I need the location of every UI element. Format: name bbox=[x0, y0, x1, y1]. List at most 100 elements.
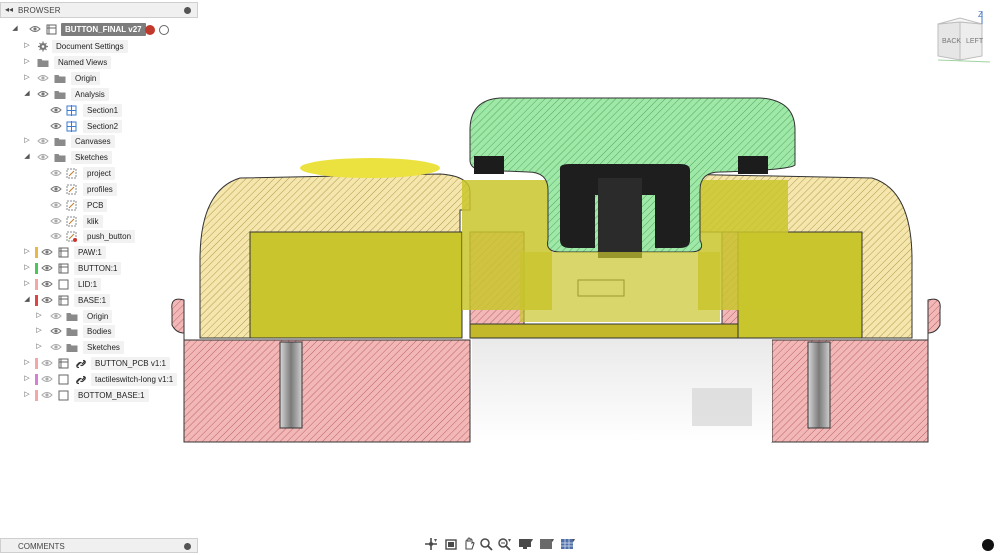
folder-icon bbox=[54, 89, 66, 100]
link-icon bbox=[75, 374, 87, 385]
visibility-eye-icon[interactable] bbox=[50, 185, 62, 193]
folder-icon bbox=[37, 57, 49, 68]
visibility-eye-icon[interactable] bbox=[50, 106, 62, 114]
tree-item-label: Origin bbox=[71, 72, 101, 85]
visibility-eye-icon[interactable] bbox=[29, 25, 41, 33]
expand-arrow-icon[interactable]: ◢ bbox=[11, 25, 19, 33]
comments-panel[interactable]: COMMENTS bbox=[0, 538, 198, 553]
folder-icon bbox=[66, 311, 78, 322]
expand-arrow-icon[interactable]: ▷ bbox=[23, 391, 31, 399]
tree-item-label: Bodies bbox=[83, 325, 116, 338]
visibility-eye-icon[interactable] bbox=[41, 280, 53, 288]
tree-item-label: Origin bbox=[83, 310, 113, 323]
visibility-eye-icon[interactable] bbox=[41, 359, 53, 367]
zoom-icon[interactable] bbox=[479, 537, 493, 551]
expand-arrow-icon[interactable]: ▷ bbox=[23, 74, 31, 82]
sketch-icon bbox=[66, 184, 78, 195]
tree-root[interactable]: ◢ BUTTON_FINAL v27 bbox=[0, 22, 198, 37]
account-avatar-icon[interactable] bbox=[982, 539, 994, 551]
switch-shadow bbox=[692, 388, 752, 426]
component-color-bar bbox=[35, 390, 38, 401]
expand-arrow-icon[interactable]: ▷ bbox=[35, 327, 43, 335]
root-label: BUTTON_FINAL v27 bbox=[61, 23, 146, 36]
look-at-icon[interactable] bbox=[444, 537, 458, 551]
tree-item-label: LID:1 bbox=[74, 278, 102, 291]
panel-options-icon[interactable] bbox=[184, 543, 191, 550]
expand-arrow-icon[interactable]: ▷ bbox=[35, 343, 43, 351]
component-icon bbox=[58, 263, 70, 274]
visibility-eye-icon[interactable] bbox=[37, 90, 49, 98]
browser-header[interactable]: ◂◂ BROWSER bbox=[0, 2, 198, 18]
expand-arrow-icon[interactable]: ▷ bbox=[23, 42, 31, 50]
record-icon[interactable] bbox=[145, 25, 155, 35]
tree-item-label: Named Views bbox=[54, 56, 112, 69]
tree-item-label: Sketches bbox=[83, 341, 124, 354]
viewport-section-view[interactable] bbox=[160, 90, 950, 450]
visibility-eye-icon[interactable] bbox=[50, 201, 62, 209]
tree-item-label: Sketches bbox=[71, 151, 112, 164]
component-color-bar bbox=[35, 247, 38, 258]
collapse-arrow-icon[interactable]: ◢ bbox=[23, 90, 31, 98]
sketch-icon bbox=[66, 200, 78, 211]
expand-arrow-icon[interactable]: ▷ bbox=[23, 359, 31, 367]
component-icon bbox=[58, 279, 70, 290]
visibility-eye-icon[interactable] bbox=[50, 122, 62, 130]
panel-options-icon[interactable] bbox=[184, 7, 191, 14]
expand-arrow-icon[interactable]: ▷ bbox=[23, 375, 31, 383]
tree-item-document-settings[interactable]: ▷ Document Settings bbox=[0, 39, 198, 54]
chevron-down-icon[interactable]: ▾ bbox=[572, 537, 586, 551]
tree-item-label: klik bbox=[83, 215, 103, 228]
visibility-eye-icon[interactable] bbox=[50, 169, 62, 177]
folder-icon bbox=[54, 73, 66, 84]
visibility-eye-icon[interactable] bbox=[50, 232, 62, 240]
sketch-error-icon bbox=[66, 231, 78, 242]
tree-item-label: push_button bbox=[83, 230, 136, 243]
inner-olive bbox=[520, 252, 720, 322]
tree-item-label: Section1 bbox=[83, 104, 123, 117]
visibility-eye-icon[interactable] bbox=[41, 296, 53, 304]
visibility-eye-icon[interactable] bbox=[37, 74, 49, 82]
activate-radio-icon[interactable] bbox=[159, 25, 169, 35]
component-icon bbox=[58, 358, 70, 369]
component-icon bbox=[58, 374, 70, 385]
base-section bbox=[771, 339, 929, 443]
component-color-bar bbox=[35, 279, 38, 290]
tree-item-label: BUTTON:1 bbox=[74, 262, 122, 275]
tree-item-label: PAW:1 bbox=[74, 246, 106, 259]
visibility-eye-icon[interactable] bbox=[50, 217, 62, 225]
visibility-eye-icon[interactable] bbox=[50, 327, 62, 335]
expand-arrow-icon[interactable]: ▷ bbox=[35, 312, 43, 320]
visibility-eye-icon[interactable] bbox=[50, 312, 62, 320]
tree-item-label: project bbox=[83, 167, 116, 180]
visibility-eye-icon[interactable] bbox=[37, 153, 49, 161]
tree-item-origin[interactable]: ▷ Origin bbox=[0, 71, 198, 86]
visibility-eye-icon[interactable] bbox=[41, 248, 53, 256]
expand-arrow-icon[interactable]: ▷ bbox=[23, 280, 31, 288]
base-side-wall bbox=[171, 298, 185, 340]
visibility-eye-icon[interactable] bbox=[41, 264, 53, 272]
expand-arrow-icon[interactable]: ▷ bbox=[23, 248, 31, 256]
visibility-eye-icon[interactable] bbox=[37, 137, 49, 145]
visibility-eye-icon[interactable] bbox=[41, 375, 53, 383]
visibility-eye-icon[interactable] bbox=[50, 343, 62, 351]
visibility-eye-icon[interactable] bbox=[41, 391, 53, 399]
link-icon bbox=[75, 358, 87, 369]
expand-arrow-icon[interactable]: ▷ bbox=[23, 264, 31, 272]
component-color-bar bbox=[35, 263, 38, 274]
base-section bbox=[183, 339, 471, 443]
tree-item-named-views[interactable]: ▷ Named Views bbox=[0, 55, 198, 70]
folder-icon bbox=[54, 136, 66, 147]
comments-title: COMMENTS bbox=[18, 542, 65, 551]
viewcube-left-label[interactable]: LEFT bbox=[966, 38, 983, 45]
expand-arrow-icon[interactable]: ▷ bbox=[23, 137, 31, 145]
collapse-panel-icon[interactable]: ◂◂ bbox=[5, 5, 13, 14]
collapse-arrow-icon[interactable]: ◢ bbox=[23, 296, 31, 304]
section-analysis-icon bbox=[66, 105, 78, 116]
tree-item-label: Document Settings bbox=[52, 40, 128, 53]
collapse-arrow-icon[interactable]: ◢ bbox=[23, 153, 31, 161]
viewcube[interactable]: BACK LEFT Z bbox=[928, 10, 992, 66]
viewcube-back-label[interactable]: BACK bbox=[942, 38, 961, 45]
expand-arrow-icon[interactable]: ▷ bbox=[23, 58, 31, 66]
tree-item-label: BOTTOM_BASE:1 bbox=[74, 389, 149, 402]
pan-icon[interactable] bbox=[462, 537, 476, 551]
